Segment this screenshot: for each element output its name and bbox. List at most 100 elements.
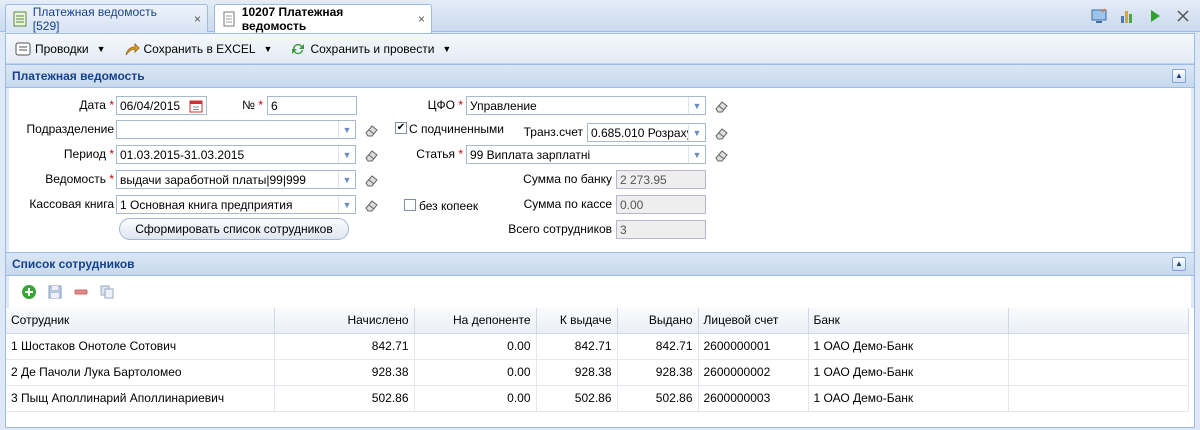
payment-statement-panel-header: Платежная ведомость ▲ <box>6 64 1194 88</box>
cfo-select[interactable]: Управление ▼ <box>466 96 706 115</box>
table-row[interactable]: 3 Пыщ Аполлинарий Аполлинариевич 502.86 … <box>6 385 1189 412</box>
close-icon[interactable]: × <box>194 12 201 26</box>
tab-payment-statements[interactable]: Платежная ведомость [529] × <box>5 4 208 33</box>
close-icon[interactable]: × <box>418 12 425 26</box>
to-pay-cell: 928.38 <box>536 359 618 386</box>
column-header-account[interactable]: Лицевой счет <box>698 308 809 334</box>
to-pay-cell: 502.86 <box>536 385 618 412</box>
number-field[interactable]: 6 <box>267 96 357 115</box>
column-header-bank[interactable]: Банк <box>808 308 1009 334</box>
date-field[interactable]: 06/04/2015 <box>116 96 207 115</box>
list-icon <box>15 42 31 55</box>
period-select[interactable]: 01.03.2015-31.03.2015 ▼ <box>116 145 356 164</box>
export-arrow-icon <box>125 42 140 55</box>
deposited-cell: 0.00 <box>414 333 537 360</box>
employees-table: Сотрудник Начислено На депоненте К выдач… <box>6 308 1189 412</box>
eraser-icon[interactable] <box>363 197 379 213</box>
save-and-post-label: Сохранить и провести <box>310 41 435 56</box>
employee-cell: 3 Пыщ Аполлинарий Аполлинариевич <box>6 385 275 412</box>
account-cell: 2600000002 <box>698 359 809 386</box>
postings-button[interactable]: Проводки ▼ <box>10 39 111 59</box>
ledger-icon <box>13 11 27 26</box>
paid-cell: 502.86 <box>617 385 699 412</box>
accrued-cell: 842.71 <box>274 333 415 360</box>
article-select[interactable]: 99 Виплата зарплатні ▼ <box>466 145 706 164</box>
column-header-paid[interactable]: Выдано <box>617 308 699 334</box>
payment-statement-form: Дата * 06/04/2015 № * 6 ЦФО * Управление… <box>6 88 1194 252</box>
calendar-icon[interactable] <box>189 99 203 113</box>
chevron-down-icon: ▼ <box>688 124 705 141</box>
division-label: Подразделение <box>26 122 114 136</box>
generate-employee-list-button[interactable]: Сформировать список сотрудников <box>119 218 349 240</box>
save-icon[interactable] <box>47 284 63 300</box>
deposited-cell: 0.00 <box>414 359 537 386</box>
column-header-to-pay[interactable]: К выдаче <box>536 308 618 334</box>
cashbook-select[interactable]: 1 Основная книга предприятия ▼ <box>116 195 356 214</box>
eraser-icon[interactable] <box>713 98 729 114</box>
eraser-icon[interactable] <box>363 147 379 163</box>
bar-chart-icon[interactable] <box>1116 6 1138 26</box>
column-header-deposited[interactable]: На депоненте <box>414 308 537 334</box>
chevron-down-icon: ▼ <box>442 43 452 54</box>
refresh-icon <box>292 43 305 54</box>
transit-account-label: Транз.счет <box>523 125 583 139</box>
employees-toolbar <box>6 276 1194 308</box>
copy-icon[interactable] <box>99 284 115 300</box>
employee-cell: 1 Шостаков Онотоле Сотович <box>6 333 275 360</box>
filler-cell <box>1008 385 1189 412</box>
account-cell: 2600000001 <box>698 333 809 360</box>
table-row[interactable]: 1 Шостаков Онотоле Сотович 842.71 0.00 8… <box>6 333 1189 360</box>
panel-title: Список сотрудников <box>12 257 135 271</box>
subordinates-label: С подчиненными <box>409 122 504 136</box>
tab-label: 10207 Платежная ведомость <box>241 5 344 33</box>
eraser-icon[interactable] <box>363 172 379 188</box>
employees-grid: Сотрудник Начислено На депоненте К выдач… <box>6 308 1194 412</box>
deposited-cell: 0.00 <box>414 385 537 412</box>
accrued-cell: 928.38 <box>274 359 415 386</box>
table-row[interactable]: 2 Де Пачоли Лука Бартоломео 928.38 0.00 … <box>6 359 1189 386</box>
close-window-icon[interactable] <box>1172 6 1194 26</box>
tab-payment-statement-10207[interactable]: 10207 Платежная ведомость × <box>214 4 432 33</box>
employees-total-label: Всего сотрудников <box>508 222 612 236</box>
to-pay-cell: 842.71 <box>536 333 618 360</box>
bank-sum-label: Сумма по банку <box>523 172 612 186</box>
add-icon[interactable] <box>21 284 37 300</box>
chevron-down-icon: ▼ <box>338 146 355 163</box>
chevron-down-icon: ▼ <box>688 146 705 163</box>
tab-tools <box>1088 6 1194 26</box>
collapse-icon[interactable]: ▲ <box>1172 257 1186 271</box>
accrued-cell: 502.86 <box>274 385 415 412</box>
collapse-icon[interactable]: ▲ <box>1172 69 1186 83</box>
division-select[interactable]: ▼ <box>116 120 356 139</box>
bank-cell: 1 ОАО Демо-Банк <box>808 385 1009 412</box>
number-label: № * <box>242 98 263 112</box>
delete-icon[interactable] <box>73 284 89 300</box>
play-icon[interactable] <box>1144 6 1166 26</box>
chevron-down-icon: ▼ <box>338 171 355 188</box>
monitor-icon[interactable] <box>1088 6 1110 26</box>
statement-select[interactable]: выдачи заработной платы|99|999 ▼ <box>116 170 356 189</box>
paid-cell: 842.71 <box>617 333 699 360</box>
no-kopecks-checkbox[interactable] <box>404 199 416 211</box>
chevron-down-icon: ▼ <box>688 97 705 114</box>
eraser-icon[interactable] <box>713 125 729 141</box>
table-header-row: Сотрудник Начислено На депоненте К выдач… <box>6 308 1189 334</box>
save-excel-button[interactable]: Сохранить в EXCEL ▼ <box>119 39 278 59</box>
column-header-employee[interactable]: Сотрудник <box>6 308 275 334</box>
cfo-label: ЦФО * <box>427 98 463 112</box>
document-toolbar: Проводки ▼ Сохранить в EXCEL ▼ Сохранить… <box>6 34 1194 64</box>
cashbook-label: Кассовая книга <box>29 197 114 211</box>
eraser-icon[interactable] <box>363 122 379 138</box>
column-header-accrued[interactable]: Начислено <box>274 308 415 334</box>
employees-total-field: 3 <box>616 220 706 239</box>
save-and-post-button[interactable]: Сохранить и провести ▼ <box>285 39 456 59</box>
bank-cell: 1 ОАО Демо-Банк <box>808 333 1009 360</box>
filler-cell <box>1008 333 1189 360</box>
chevron-down-icon: ▼ <box>263 43 273 54</box>
subordinates-checkbox[interactable]: ✔ <box>395 122 407 134</box>
column-header-filler <box>1008 308 1189 334</box>
article-label: Статья * <box>416 147 463 161</box>
transit-account-select[interactable]: 0.685.010 Розрахунки▼ <box>587 123 706 142</box>
eraser-icon[interactable] <box>713 147 729 163</box>
cash-sum-field: 0.00 <box>616 195 706 214</box>
